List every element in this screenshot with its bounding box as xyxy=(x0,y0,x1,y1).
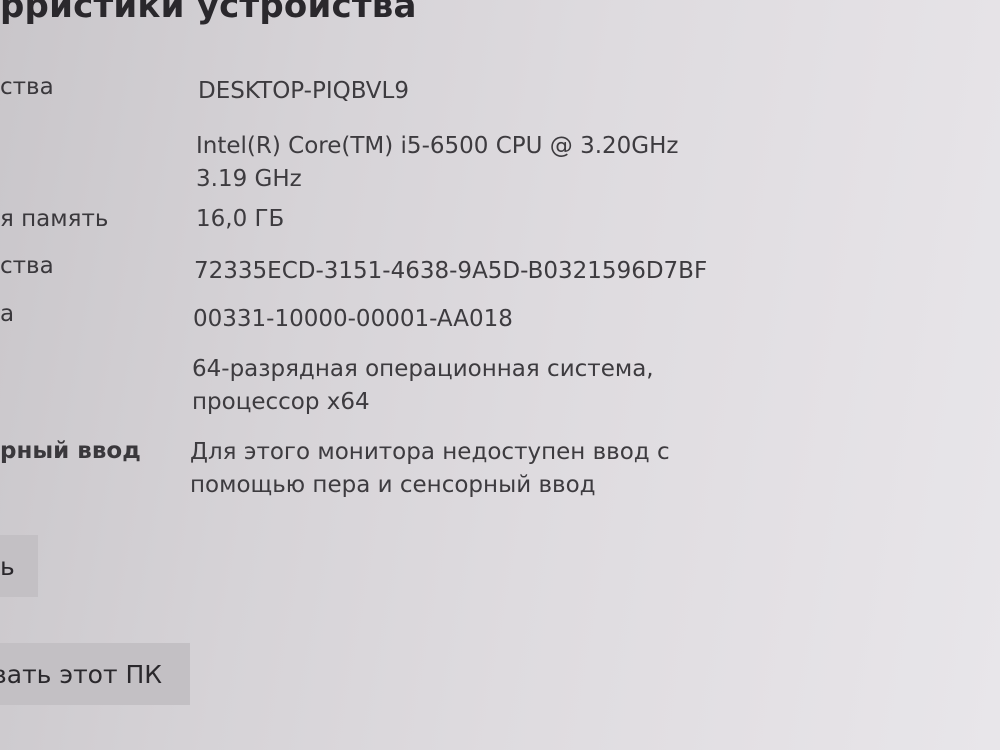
page-title: рристики устройства xyxy=(0,0,417,26)
spec-value-line: 16,0 ГБ xyxy=(196,206,285,232)
spec-value-line: 72335ECD-3151-4638-9A5D-B0321596D7BF xyxy=(194,258,708,284)
spec-label-pen-touch: рный ввод xyxy=(0,438,141,464)
spec-value-line: 3.19 GHz xyxy=(196,166,302,192)
spec-value-device-id: 72335ECD-3151-4638-9A5D-B0321596D7BF xyxy=(194,255,707,288)
spec-label-ram: я память xyxy=(0,206,109,232)
spec-label-product-id: а xyxy=(0,301,15,327)
spec-value-line: помощью пера и сенсорный ввод xyxy=(190,472,596,498)
copy-button[interactable]: ь xyxy=(0,535,38,597)
rename-pc-button-label: овать этот ПК xyxy=(0,659,162,689)
spec-value-line: Intel(R) Core(TM) i5-6500 CPU @ 3.20GHz xyxy=(196,133,679,159)
spec-value-processor: Intel(R) Core(TM) i5-6500 CPU @ 3.20GHz … xyxy=(196,130,679,196)
copy-button-label: ь xyxy=(0,551,15,581)
spec-value-device-name: DESKTOP-PIQBVL9 xyxy=(198,75,409,108)
spec-value-ram: 16,0 ГБ xyxy=(196,203,284,236)
spec-value-line: 00331-10000-00001-AA018 xyxy=(193,306,513,332)
spec-value-product-id: 00331-10000-00001-AA018 xyxy=(193,303,513,336)
spec-value-line: DESKTOP-PIQBVL9 xyxy=(198,78,409,104)
spec-value-line: процессор x64 xyxy=(192,389,370,415)
spec-label-device-name: ства xyxy=(0,74,54,100)
spec-label-device-id: ства xyxy=(0,253,54,279)
spec-value-system-type: 64-разрядная операционная система, проце… xyxy=(192,353,654,419)
spec-value-line: Для этого монитора недоступен ввод с xyxy=(190,439,670,465)
spec-value-line: 64-разрядная операционная система, xyxy=(192,356,654,382)
spec-value-pen-touch: Для этого монитора недоступен ввод с пом… xyxy=(190,436,670,502)
rename-pc-button[interactable]: овать этот ПК xyxy=(0,643,190,705)
